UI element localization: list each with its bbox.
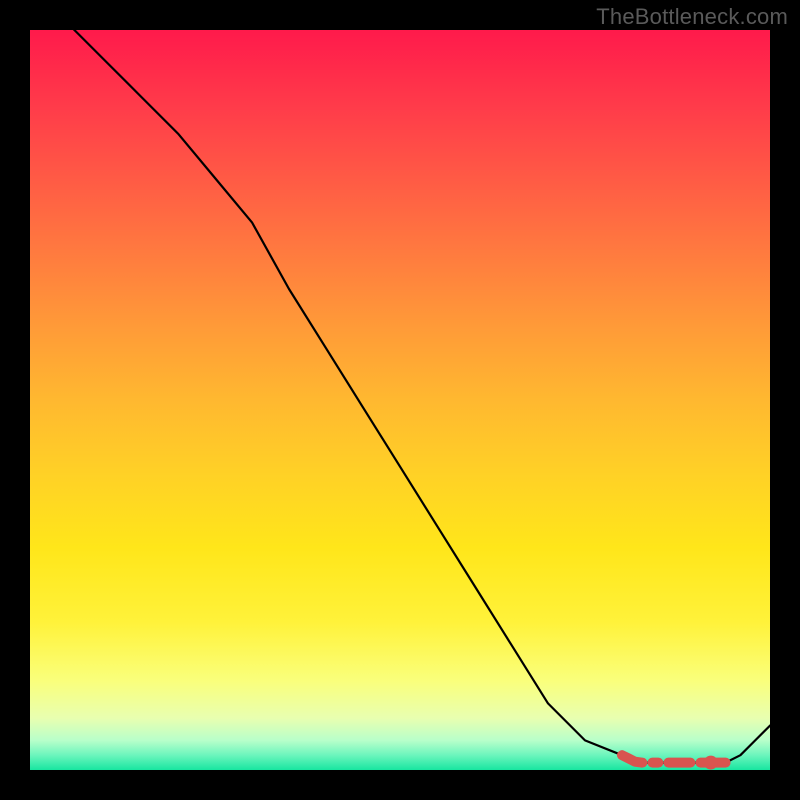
chart-frame: TheBottleneck.com	[0, 0, 800, 800]
chart-svg	[30, 30, 770, 770]
plot-area	[30, 30, 770, 770]
bottleneck-curve	[30, 0, 770, 763]
optimal-point-marker	[704, 756, 718, 770]
watermark-text: TheBottleneck.com	[596, 4, 788, 30]
